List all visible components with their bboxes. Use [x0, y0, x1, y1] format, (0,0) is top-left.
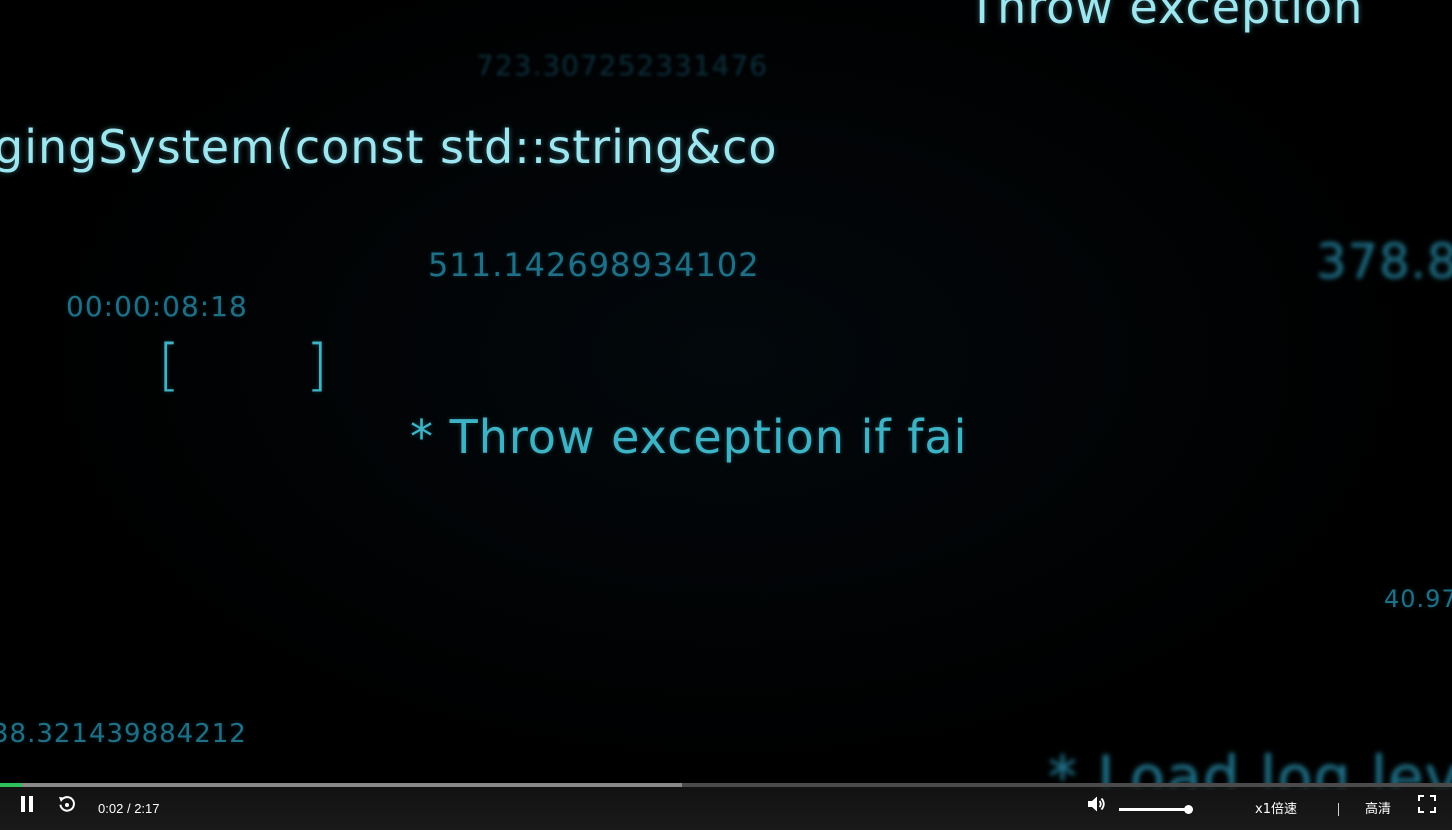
fullscreen-icon: [1418, 795, 1436, 817]
fullscreen-button[interactable]: [1416, 795, 1438, 817]
overlay-number-faint-top: 723.307252331476: [476, 49, 769, 82]
controls-divider: [1338, 803, 1339, 816]
progress-buffered: [0, 783, 683, 787]
play-pause-button[interactable]: [16, 795, 38, 817]
overlay-number-right: 378.8: [1316, 234, 1452, 290]
overlay-number-right-small: 40.97: [1384, 585, 1452, 613]
video-player[interactable]: Throw exception 723.307252331476 gingSys…: [0, 0, 1452, 830]
overlay-text-top-right: Throw exception: [968, 0, 1364, 34]
overlay-bracket-left: [: [158, 333, 181, 398]
time-current: 0:02: [98, 801, 124, 816]
overlay-code-line: gingSystem(const std::string&co: [0, 120, 778, 174]
progress-bar[interactable]: [0, 783, 1452, 787]
volume-knob[interactable]: [1184, 805, 1194, 814]
speed-button[interactable]: x1倍速: [1255, 803, 1297, 816]
time-total: 2:17: [134, 801, 160, 816]
volume-slider[interactable]: [1119, 805, 1194, 814]
overlay-comment-center: * Throw exception if fai: [410, 410, 968, 464]
control-bar: 0:02 / 2:17 x1倍速 高清: [0, 783, 1452, 830]
volume-icon: [1087, 795, 1107, 817]
overlay-bracket-right: ]: [306, 333, 329, 398]
video-frame[interactable]: Throw exception 723.307252331476 gingSys…: [0, 0, 1452, 790]
replay-button[interactable]: [56, 795, 78, 817]
volume-button[interactable]: [1086, 795, 1108, 817]
replay-icon: [58, 795, 76, 817]
pause-icon: [20, 796, 34, 816]
progress-played: [0, 783, 22, 787]
time-separator: /: [126, 801, 131, 816]
time-display: 0:02 / 2:17: [98, 802, 160, 815]
quality-button[interactable]: 高清: [1365, 803, 1391, 816]
volume-fill: [1119, 808, 1189, 811]
overlay-number-center: 511.142698934102: [428, 246, 760, 284]
overlay-number-bottom-left: 38.321439884212: [0, 719, 247, 749]
overlay-timecode: 00:00:08:18: [66, 290, 248, 323]
